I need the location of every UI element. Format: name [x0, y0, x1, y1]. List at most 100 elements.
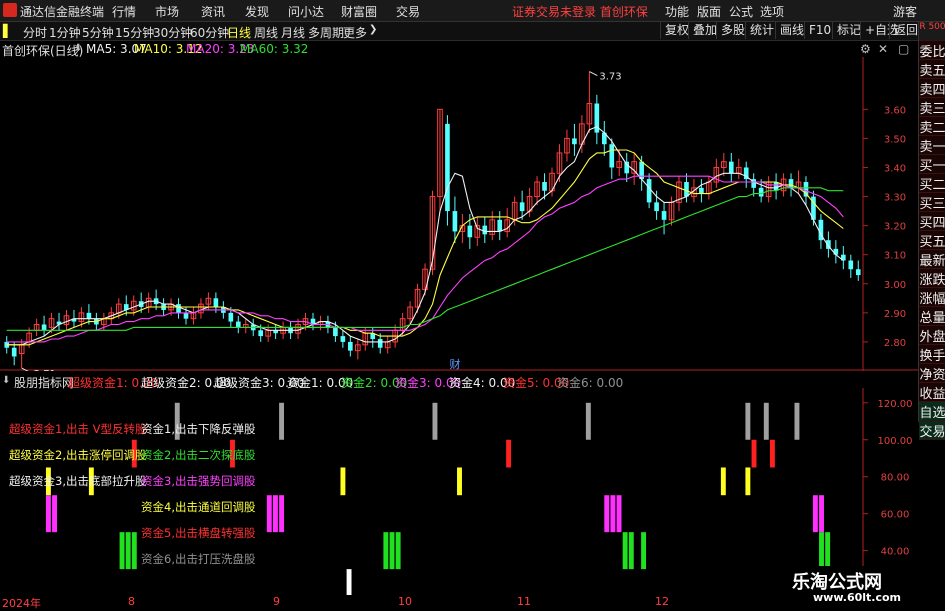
signal-label: 资金5,出击横盘转强股 [141, 526, 256, 540]
signal-bar [794, 402, 800, 440]
sidebar-item[interactable]: 总量 [919, 307, 945, 326]
menu-function[interactable]: 功能 [665, 3, 689, 20]
indicator-chart[interactable]: 20.0040.0060.0080.00100.00120.00 [0, 388, 918, 595]
sidebar-item[interactable]: 买二 [919, 174, 945, 193]
more-chevron-icon[interactable]: ❯ [369, 24, 377, 35]
close-icon[interactable]: ✕ [878, 42, 888, 56]
sidebar-item[interactable]: 涨跌 [919, 269, 945, 288]
finance-marker: 财 [449, 357, 460, 371]
expand-icon[interactable]: ▢ [898, 42, 909, 56]
quote-sidebar: R 500 委比 卖五 卖四 卖三 卖二 卖一 买一 买二 买三 买四 买五 最… [918, 22, 945, 440]
value-tick-label: 40.00 [881, 547, 910, 558]
collapse-icon[interactable]: ▌ [3, 24, 12, 38]
signal-label: 超级资金2,出击涨停回调股 [9, 448, 147, 462]
candle-body [467, 225, 473, 238]
candle-body [340, 336, 346, 342]
menu-wealth-circle[interactable]: 财富圈 [341, 3, 377, 20]
sidebar-item[interactable]: 卖三 [919, 98, 945, 117]
signal-label: 资金6,出击打压洗盘股 [141, 552, 256, 566]
sidebar-item[interactable]: 卖一 [919, 136, 945, 155]
candle-body [497, 219, 503, 232]
menu-news[interactable]: 资讯 [201, 3, 225, 20]
sidebar-watchlist[interactable]: 自选 [919, 402, 945, 421]
period-60min[interactable]: 60分钟 [190, 24, 229, 41]
sidebar-item[interactable]: 买五 [919, 231, 945, 250]
signal-bar [457, 467, 462, 496]
sidebar-r-badge[interactable]: R 500 [919, 22, 945, 41]
price-tick-label: 3.30 [884, 193, 906, 204]
sidebar-item[interactable]: 买三 [919, 193, 945, 212]
signal-label: 超级资金1,出击 V型反转股 [9, 422, 147, 436]
price-tick-label: 3.50 [884, 134, 906, 145]
period-30min[interactable]: 30分钟 [153, 24, 192, 41]
signal-bar [812, 495, 818, 533]
sidebar-item[interactable]: 换手 [919, 345, 945, 364]
candle-body [646, 179, 652, 203]
menu-trade[interactable]: 交易 [396, 3, 420, 20]
sidebar-item[interactable]: 买一 [919, 155, 945, 174]
signal-label: 超级资金3,出击底部拉升股 [9, 474, 147, 488]
legend-dropdown-icon[interactable]: ⬇ [74, 43, 82, 54]
period-more[interactable]: 更多 [343, 24, 367, 41]
signal-bar [610, 495, 616, 533]
watermark-url: www.60lt.com [813, 591, 902, 604]
signal-bar [751, 439, 757, 468]
candle-body [699, 187, 704, 194]
menu-layout[interactable]: 版面 [697, 3, 721, 20]
sidebar-item[interactable]: 买四 [919, 212, 945, 231]
menu-market[interactable]: 市场 [155, 3, 179, 20]
signal-bar [825, 532, 831, 570]
main-legend: 首创环保(日线) ⬇ MA5: 3.07 MA10: 3.12 MA20: 3.… [0, 41, 915, 58]
login-notice[interactable]: 证券交易未登录 首创环保 [512, 3, 648, 20]
sidebar-item[interactable]: 卖四 [919, 79, 945, 98]
sidebar-item[interactable]: 卖五 [919, 60, 945, 79]
toolbar-statistics[interactable]: 统计 [745, 22, 778, 39]
indicator-dropdown-icon[interactable]: ⬇ [2, 375, 10, 386]
period-multi[interactable]: 多周期 [308, 24, 344, 41]
sidebar-item[interactable]: 最新 [919, 250, 945, 269]
candle-body [235, 321, 241, 328]
price-tick-label: 3.60 [884, 105, 906, 116]
guest-user[interactable]: 游客 [893, 3, 917, 20]
price-tick-label: 3.40 [884, 163, 906, 174]
period-intraday[interactable]: 分时 [23, 24, 47, 41]
menu-formula[interactable]: 公式 [729, 3, 753, 20]
signal-bar [506, 439, 512, 468]
signal-bar [769, 439, 775, 468]
candle-body [86, 312, 92, 319]
period-daily[interactable]: 日线 [227, 24, 251, 41]
signal-bar [604, 495, 610, 533]
candle-body [41, 324, 47, 331]
signal-bar [616, 495, 622, 533]
period-15min[interactable]: 15分钟 [115, 24, 154, 41]
settings-icon[interactable]: ⚙ [860, 42, 871, 56]
period-monthly[interactable]: 月线 [281, 24, 305, 41]
ma-line-ma60 [6, 187, 844, 331]
period-weekly[interactable]: 周线 [254, 24, 278, 41]
candle-body [333, 327, 338, 337]
candlestick-chart[interactable]: 2.80 2.90 3.00 3.10 3.20 3.30 3.40 3.50 3.60 3.73… [0, 57, 918, 371]
candle-body [855, 269, 861, 276]
sidebar-item[interactable]: 卖二 [919, 117, 945, 136]
sidebar-item[interactable]: 委比 [919, 41, 945, 60]
sidebar-item[interactable]: 外盘 [919, 326, 945, 345]
signal-label: 资金4,出击通道回调股 [141, 500, 256, 514]
sidebar-item[interactable]: 涨幅 [919, 288, 945, 307]
menu-options[interactable]: 选项 [760, 3, 784, 20]
value-tick-label: 100.00 [878, 436, 913, 447]
period-5min[interactable]: 5分钟 [82, 24, 114, 41]
toolbar-f10[interactable]: F10 [804, 22, 835, 39]
menu-ask[interactable]: 问小达 [288, 3, 324, 20]
menu-market-quotes[interactable]: 行情 [112, 3, 136, 20]
indicator-legend: ⬇ 股朋指标网 超级资金1: 0.00 超级资金2: 0.00 超级资金3: 0… [0, 373, 915, 390]
price-tick-label: 3.20 [884, 222, 906, 233]
menu-discover[interactable]: 发现 [245, 3, 269, 20]
sidebar-item[interactable]: 收益 [919, 383, 945, 402]
sidebar-trade[interactable]: 交易 [919, 421, 945, 440]
period-1min[interactable]: 1分钟 [49, 24, 81, 41]
candle-body [228, 312, 234, 322]
sidebar-item[interactable]: 净资 [919, 364, 945, 383]
low-price-label: 2.71 [34, 369, 56, 371]
watermark: 乐淘公式网 www.60lt.com [780, 566, 945, 609]
value-tick-label: 60.00 [881, 510, 910, 521]
